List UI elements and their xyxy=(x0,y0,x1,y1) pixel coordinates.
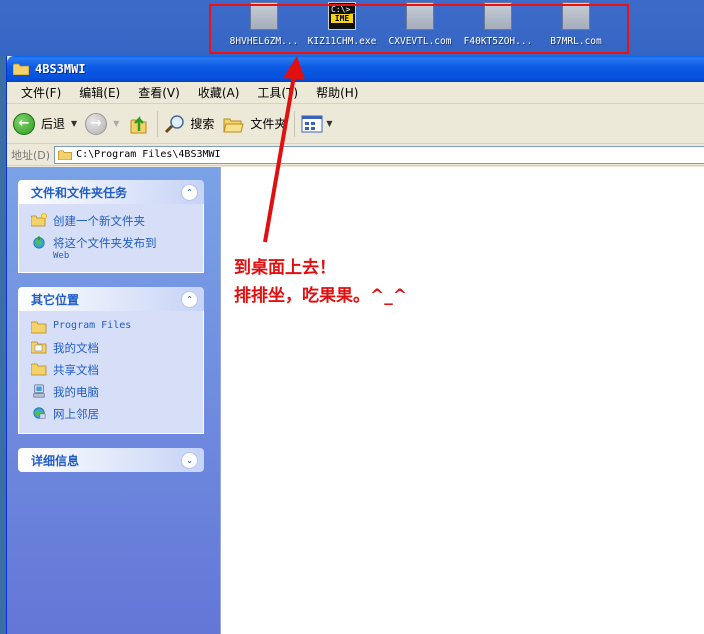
new-folder-icon xyxy=(31,213,47,227)
menu-help[interactable]: 帮助(H) xyxy=(310,84,364,101)
panel-header[interactable]: 文件和文件夹任务 ⌃ xyxy=(18,180,204,204)
desktop-icon[interactable]: C:\>_ IME KIZ11CHM.exe xyxy=(303,2,381,47)
link-text: 创建一个新文件夹 xyxy=(53,214,145,228)
window-content: 文件和文件夹任务 ⌃ 创建一个新文件夹 将这个文件夹发布到 Web 其它位置 ⌃… xyxy=(7,167,704,634)
back-label: 后退 xyxy=(41,117,66,131)
link-text: 我的电脑 xyxy=(53,385,99,399)
panel-title: 详细信息 xyxy=(31,453,80,468)
desktop-icon[interactable]: 8HVHEL6ZM... xyxy=(225,2,303,47)
address-label: 地址(D) xyxy=(11,148,51,162)
link-text: 将这个文件夹发布到 xyxy=(53,236,157,250)
explorer-window: 4BS3MWI 文件(F) 编辑(E) 查看(V) 收藏(A) 工具(T) 帮助… xyxy=(6,56,704,634)
details-panel: 详细信息 ⌄ xyxy=(18,448,204,472)
desktop-icon-label: B7MRL.com xyxy=(550,36,602,47)
link-text: Program Files xyxy=(53,320,132,331)
annotation-line-1: 到桌面上去！ xyxy=(234,258,336,278)
shared-folder-icon xyxy=(31,363,47,376)
file-icon xyxy=(484,2,512,30)
window-title: 4BS3MWI xyxy=(35,62,86,76)
menu-bar: 文件(F) 编辑(E) 查看(V) 收藏(A) 工具(T) 帮助(H) xyxy=(7,82,704,104)
publish-web-link[interactable]: 将这个文件夹发布到 Web xyxy=(31,232,203,264)
chevron-up-icon[interactable]: ⌃ xyxy=(181,290,198,308)
chevron-down-icon[interactable]: ▼ xyxy=(113,119,119,128)
chevron-down-icon[interactable]: ▼ xyxy=(71,119,77,128)
link-subtext: Web xyxy=(53,251,70,261)
folder-icon xyxy=(58,150,73,160)
annotation-arrow xyxy=(263,56,305,243)
address-input[interactable]: C:\Program Files\4BS3MWI xyxy=(54,145,704,164)
publish-web-icon xyxy=(33,235,45,249)
annotation-text: 到桌面上去！ 排排坐，吃果果。^_^ xyxy=(234,254,407,310)
create-folder-link[interactable]: 创建一个新文件夹 xyxy=(31,210,203,232)
forward-button[interactable]: → ▼ xyxy=(85,112,119,135)
folder-icon xyxy=(31,321,47,334)
ime-icon: C:\>_ IME xyxy=(328,2,356,30)
network-icon xyxy=(33,407,46,419)
desktop: 8HVHEL6ZM... C:\>_ IME KIZ11CHM.exe CXVE… xyxy=(0,0,704,56)
desktop-icon[interactable]: CXVEVTL.com xyxy=(381,2,459,47)
desktop-icon[interactable]: B7MRL.com xyxy=(537,2,615,47)
place-my-documents[interactable]: 我的文档 xyxy=(31,337,203,359)
forward-arrow-icon: → xyxy=(85,112,108,135)
chevron-up-icon[interactable]: ⌃ xyxy=(181,183,198,201)
my-documents-icon xyxy=(31,341,47,354)
file-tasks-panel: 文件和文件夹任务 ⌃ 创建一个新文件夹 将这个文件夹发布到 Web xyxy=(18,180,204,273)
file-icon xyxy=(562,2,590,30)
panel-header[interactable]: 其它位置 ⌃ xyxy=(18,287,204,311)
my-computer-icon xyxy=(33,384,45,398)
folder-icon xyxy=(13,63,29,75)
search-button[interactable]: 搜索 xyxy=(164,113,214,135)
chevron-down-icon[interactable]: ▼ xyxy=(326,119,332,128)
task-pane: 文件和文件夹任务 ⌃ 创建一个新文件夹 将这个文件夹发布到 Web 其它位置 ⌃… xyxy=(7,167,220,634)
place-my-computer[interactable]: 我的电脑 xyxy=(31,381,203,403)
toolbar-separator xyxy=(157,110,159,137)
desktop-icon-label: 8HVHEL6ZM... xyxy=(229,36,299,47)
place-network[interactable]: 网上邻居 xyxy=(31,403,203,425)
panel-title: 文件和文件夹任务 xyxy=(31,185,128,200)
search-icon xyxy=(165,114,185,133)
back-arrow-icon: ← xyxy=(13,112,35,135)
other-places-panel: 其它位置 ⌃ Program Files 我的文档 共享文档 我的电脑 网上邻居 xyxy=(18,287,204,434)
desktop-icon-label: KIZ11CHM.exe xyxy=(307,36,377,47)
search-label: 搜索 xyxy=(190,117,215,131)
link-text: 我的文档 xyxy=(53,341,99,355)
panel-title: 其它位置 xyxy=(31,292,80,307)
menu-file[interactable]: 文件(F) xyxy=(15,84,67,101)
address-bar: 地址(D) C:\Program Files\4BS3MWI xyxy=(7,144,704,166)
panel-header[interactable]: 详细信息 ⌄ xyxy=(18,448,204,472)
address-path: C:\Program Files\4BS3MWI xyxy=(76,149,221,160)
place-program-files[interactable]: Program Files xyxy=(31,317,203,337)
title-bar[interactable]: 4BS3MWI xyxy=(7,56,704,82)
toolbar: ← 后退 ▼ → ▼ 搜索 文件夹 ▼ xyxy=(7,104,704,144)
link-text: 共享文档 xyxy=(53,363,99,377)
place-shared-documents[interactable]: 共享文档 xyxy=(31,359,203,381)
desktop-icon-label: F40KT5ZOH... xyxy=(463,36,533,47)
panel-body: 创建一个新文件夹 将这个文件夹发布到 Web xyxy=(18,204,204,273)
back-button[interactable]: ← 后退 ▼ xyxy=(13,112,77,135)
menu-view[interactable]: 查看(V) xyxy=(132,84,186,101)
desktop-icon-label: CXVEVTL.com xyxy=(388,36,452,47)
file-icon xyxy=(406,2,434,30)
menu-favorites[interactable]: 收藏(A) xyxy=(192,84,246,101)
up-button[interactable] xyxy=(127,113,149,135)
annotation-line-2: 排排坐，吃果果。^_^ xyxy=(234,286,407,306)
link-text: 网上邻居 xyxy=(53,407,99,421)
chevron-down-icon[interactable]: ⌄ xyxy=(181,451,198,469)
file-icon xyxy=(250,2,278,30)
desktop-icon[interactable]: F40KT5ZOH... xyxy=(459,2,537,47)
folders-icon xyxy=(223,118,244,132)
menu-edit[interactable]: 编辑(E) xyxy=(73,84,126,101)
folder-up-icon xyxy=(130,115,147,133)
panel-body: Program Files 我的文档 共享文档 我的电脑 网上邻居 xyxy=(18,311,204,434)
